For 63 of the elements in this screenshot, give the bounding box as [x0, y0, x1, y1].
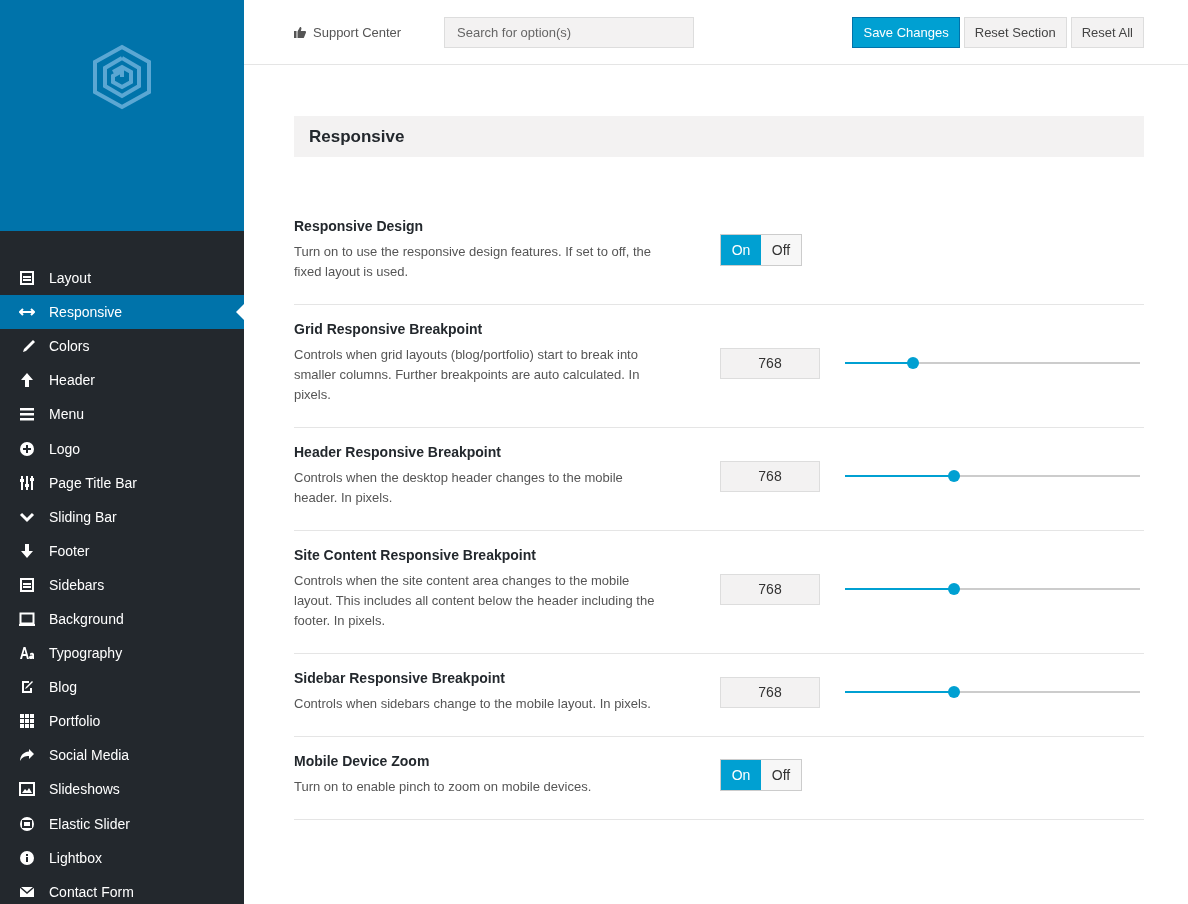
option-description: Turn on to use the responsive design features. If set to off, the fixed layout is used. — [294, 243, 652, 281]
reset-button[interactable]: Reset Section — [963, 16, 1067, 48]
sidebar-item[interactable]: Background — [0, 601, 244, 637]
toggle-option[interactable]: Off — [761, 760, 801, 790]
edit-icon — [19, 679, 35, 696]
option-description: Controls when grid layouts (blog/portfolio) start to break into smaller columns. Further breakpoints are auto calculated. In pixels. — [294, 346, 641, 404]
sidebar-item[interactable]: Page Title Bar — [0, 465, 244, 500]
up-arrow-icon — [19, 372, 35, 389]
value-field[interactable]: 768 — [720, 460, 820, 492]
option-description: Controls when the site content area changes to the mobile layout. This includes all content below the header including the footer. In pixels. — [294, 572, 656, 630]
option-title: Responsive Design — [294, 218, 425, 234]
logo-icon — [91, 44, 153, 110]
sliders-icon — [19, 474, 35, 491]
layout-icon — [19, 270, 35, 287]
minus-circle-icon — [19, 815, 35, 832]
sidebar-item[interactable]: Typography — [0, 636, 244, 671]
sidebar-item[interactable]: Colors — [0, 329, 244, 364]
value-field[interactable]: 768 — [720, 676, 820, 708]
sidebar-item[interactable]: Lightbox — [0, 840, 244, 875]
slider-thumb[interactable] — [948, 470, 961, 482]
reset-button[interactable]: Reset All — [1070, 16, 1144, 48]
thumbs-up-icon — [294, 26, 306, 38]
down-arrow-icon — [19, 542, 35, 559]
sidebar-item[interactable]: Sidebars — [0, 567, 244, 602]
font-icon — [19, 645, 35, 662]
grid-icon — [19, 713, 35, 730]
sidebar-item[interactable]: Portfolio — [0, 704, 244, 739]
sidebar-item[interactable]: Header — [0, 363, 244, 398]
active-pointer — [236, 304, 244, 321]
sidebar-item[interactable]: Contact Form — [0, 874, 244, 904]
option-description: Controls when sidebars change to the mobile layout. In pixels. — [294, 695, 652, 713]
sidebar-item[interactable]: Menu — [0, 397, 244, 432]
info-icon — [19, 849, 35, 866]
value-field[interactable]: 768 — [720, 347, 820, 379]
toggle-option[interactable]: Off — [761, 235, 801, 265]
sidebar-item[interactable]: Sliding Bar — [0, 499, 244, 534]
option-description: Turn on to enable pinch to zoom on mobile devices. — [294, 778, 593, 796]
menu-icon — [19, 406, 35, 423]
sidebar-item[interactable]: Social Media — [0, 738, 244, 773]
sidebar-item[interactable]: Blog — [0, 670, 244, 705]
support-center-link[interactable]: Support Center — [294, 24, 444, 40]
monitor-icon — [19, 611, 35, 627]
slider-thumb[interactable] — [906, 357, 919, 369]
plus-circle-icon — [19, 440, 35, 457]
sidebar-item[interactable]: Footer — [0, 533, 244, 568]
option-title: Grid Responsive Breakpoint — [294, 321, 484, 337]
sidebar-item[interactable]: Slideshows — [0, 772, 244, 807]
section-header: Responsive — [294, 116, 1144, 157]
option-title: Header Responsive Breakpoint — [294, 444, 502, 460]
value-field[interactable]: 768 — [720, 573, 820, 605]
option-description: Controls when the desktop header changes to the mobile header. In pixels. — [294, 469, 624, 507]
sidebar-item[interactable]: Responsive — [0, 295, 244, 330]
sidebar-layout-icon — [19, 576, 35, 593]
slider-thumb[interactable] — [948, 686, 961, 698]
sidebar-item[interactable]: Logo — [0, 431, 244, 466]
sidebar-item[interactable]: Elastic Slider — [0, 806, 244, 841]
option-title: Sidebar Responsive Breakpoint — [294, 670, 506, 686]
option-title: Mobile Device Zoom — [294, 753, 431, 769]
image-icon — [19, 781, 35, 798]
slider-thumb[interactable] — [948, 583, 961, 595]
sidebar-item[interactable]: Layout — [0, 261, 244, 296]
search-field[interactable]: Search for option(s) — [444, 16, 694, 48]
option-title: Site Content Responsive Breakpoint — [294, 547, 537, 563]
